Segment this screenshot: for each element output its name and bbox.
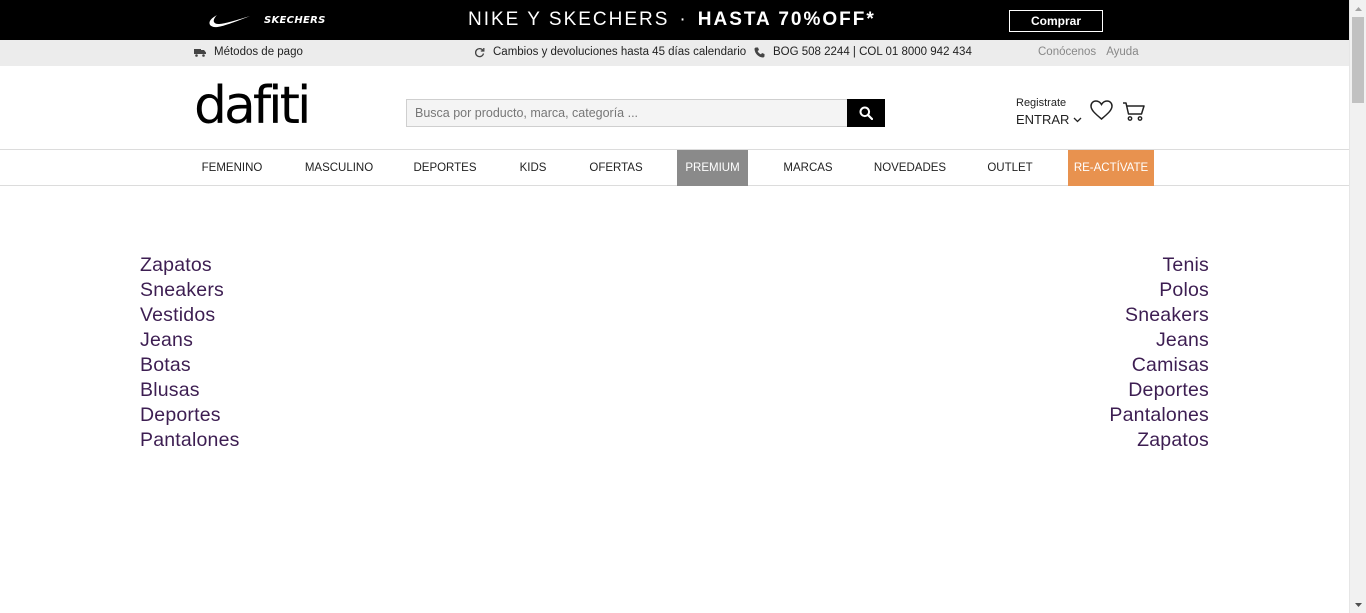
promo-headline-discount: HASTA 70%OFF* xyxy=(697,9,876,30)
scrollbar-thumb[interactable] xyxy=(1352,17,1364,103)
list-item[interactable]: Polos xyxy=(1109,278,1209,303)
list-item[interactable]: Jeans xyxy=(140,328,240,353)
skechers-logo: SKECHERS xyxy=(264,14,326,26)
refresh-icon xyxy=(475,47,485,57)
nike-swoosh-icon xyxy=(209,15,250,28)
list-item[interactable]: Pantalones xyxy=(1109,403,1209,428)
promo-banner: SKECHERS NIKE Y SKECHERS · HASTA 70%OFF* C… xyxy=(0,0,1349,40)
arrow-down-icon xyxy=(1354,602,1362,607)
chevron-down-icon xyxy=(1073,117,1082,123)
list-item[interactable]: Botas xyxy=(140,353,240,378)
list-item[interactable]: Zapatos xyxy=(1109,428,1209,453)
site-header: dafiti Registrate ENTRAR xyxy=(0,66,1349,150)
search-input[interactable] xyxy=(406,99,848,127)
nav-marcas[interactable]: MARCAS xyxy=(777,150,839,186)
promo-headline-brands: NIKE Y SKECHERS xyxy=(468,9,670,30)
truck-icon xyxy=(194,48,206,57)
list-item[interactable]: Tenis xyxy=(1109,253,1209,278)
men-category-list: Tenis Polos Sneakers Jeans Camisas Depor… xyxy=(1109,253,1209,453)
search-button[interactable] xyxy=(847,99,885,127)
account-menu[interactable]: Registrate ENTRAR xyxy=(1016,97,1082,128)
nav-premium[interactable]: PREMIUM xyxy=(677,150,748,186)
register-link[interactable]: Registrate xyxy=(1016,97,1082,110)
promo-separator: · xyxy=(679,9,688,30)
dafiti-logo[interactable]: dafiti xyxy=(194,80,311,132)
brand-logos: SKECHERS xyxy=(208,8,326,32)
nav-kids[interactable]: KIDS xyxy=(512,150,554,186)
info-bar: Métodos de pago Cambios y devoluciones h… xyxy=(0,40,1349,66)
phone-numbers: BOG 508 2244 | COL 01 8000 942 434 xyxy=(754,46,972,58)
login-dropdown[interactable]: ENTRAR xyxy=(1016,112,1082,128)
cart-icon[interactable] xyxy=(1122,101,1146,122)
nav-deportes[interactable]: DEPORTES xyxy=(408,150,482,186)
page-scrollbar[interactable] xyxy=(1349,0,1366,613)
returns-label: Cambios y devoluciones hasta 45 días cal… xyxy=(493,46,747,58)
nav-novedades[interactable]: NOVEDADES xyxy=(868,150,952,186)
help-link[interactable]: Ayuda xyxy=(1106,46,1138,58)
scroll-down-button[interactable] xyxy=(1350,596,1366,613)
heart-icon[interactable] xyxy=(1090,100,1113,121)
list-item[interactable]: Deportes xyxy=(140,403,240,428)
list-item[interactable]: Deportes xyxy=(1109,378,1209,403)
list-item[interactable]: Sneakers xyxy=(1109,303,1209,328)
nav-femenino[interactable]: FEMENINO xyxy=(194,150,270,186)
women-category-list: Zapatos Sneakers Vestidos Jeans Botas Bl… xyxy=(140,253,240,453)
nav-ofertas[interactable]: OFERTAS xyxy=(583,150,649,186)
phone-icon xyxy=(754,47,765,57)
list-item[interactable]: Zapatos xyxy=(140,253,240,278)
list-item[interactable]: Sneakers xyxy=(140,278,240,303)
list-item[interactable]: Pantalones xyxy=(140,428,240,453)
payment-methods-link[interactable]: Métodos de pago xyxy=(194,46,303,58)
list-item[interactable]: Jeans xyxy=(1109,328,1209,353)
scroll-up-button[interactable] xyxy=(1350,0,1366,17)
arrow-up-icon xyxy=(1354,6,1362,11)
main-nav: FEMENINO MASCULINO DEPORTES KIDS OFERTAS… xyxy=(0,150,1349,186)
search-icon xyxy=(859,106,873,120)
nav-masculino[interactable]: MASCULINO xyxy=(298,150,380,186)
list-item[interactable]: Camisas xyxy=(1109,353,1209,378)
about-link[interactable]: Conócenos xyxy=(1038,46,1096,58)
list-item[interactable]: Blusas xyxy=(140,378,240,403)
nav-reactivate[interactable]: RE-ACTÍVATE xyxy=(1068,150,1154,186)
info-links: Conócenos Ayuda xyxy=(1038,46,1139,58)
returns-link[interactable]: Cambios y devoluciones hasta 45 días cal… xyxy=(474,46,746,58)
nav-outlet[interactable]: OUTLET xyxy=(981,150,1039,186)
list-item[interactable]: Vestidos xyxy=(140,303,240,328)
promo-headline: NIKE Y SKECHERS · HASTA 70%OFF* xyxy=(468,9,876,31)
payment-methods-label: Métodos de pago xyxy=(214,46,303,58)
phone-numbers-label: BOG 508 2244 | COL 01 8000 942 434 xyxy=(773,46,972,58)
comprar-button[interactable]: Comprar xyxy=(1009,10,1103,32)
login-label: ENTRAR xyxy=(1016,112,1070,128)
